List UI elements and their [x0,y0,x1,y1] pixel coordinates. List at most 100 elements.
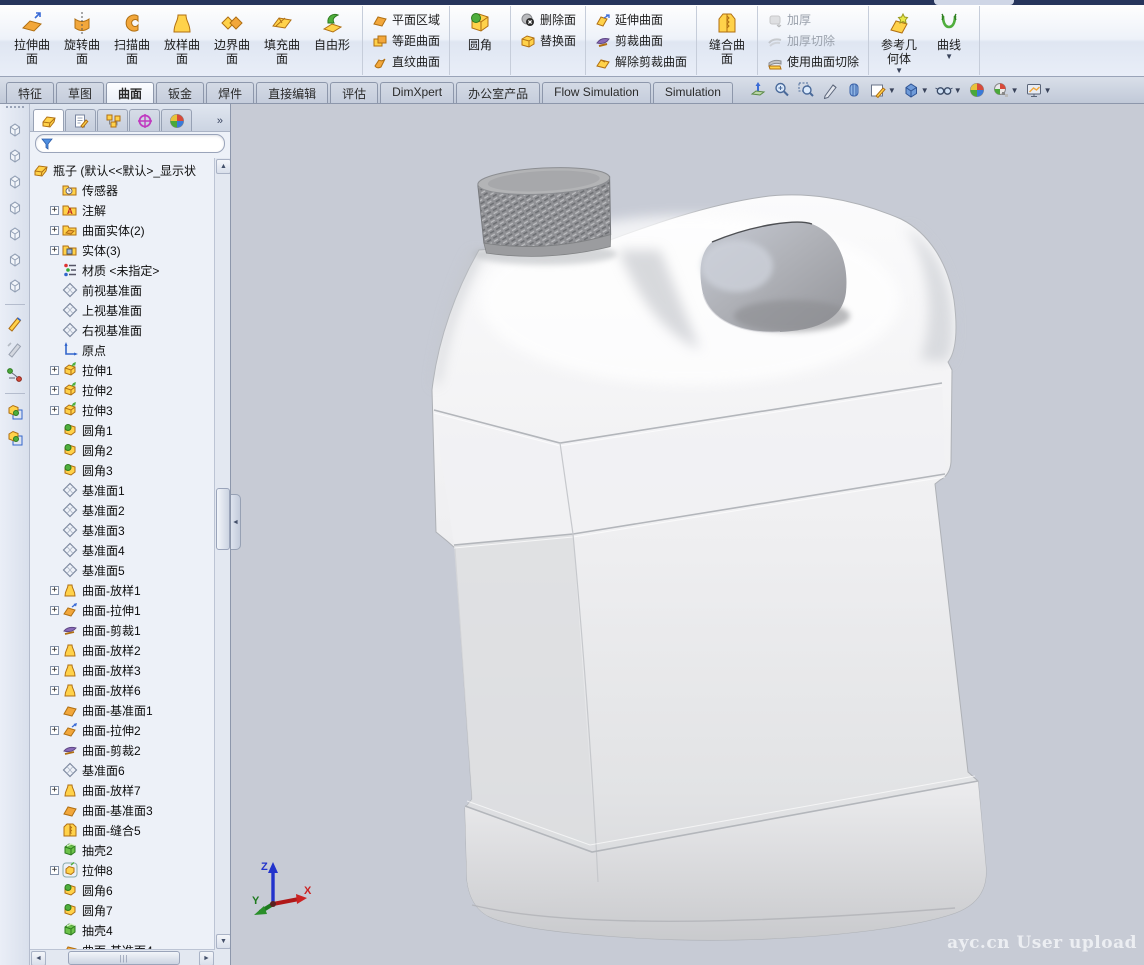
tree-item[interactable]: 圆角3 [30,460,230,480]
tree-item[interactable]: +曲面-放样6 [30,680,230,700]
tab-Simulation[interactable]: Simulation [653,82,733,103]
configurationmanager-tab[interactable] [97,109,128,131]
bottle-model[interactable] [231,104,1144,965]
dropdown-caret-icon[interactable]: ▼ [954,86,962,95]
dropdown-caret-icon[interactable]: ▼ [921,86,929,95]
thicken-button[interactable]: 加厚 [763,9,815,30]
tree-item[interactable]: +曲面-拉伸1 [30,600,230,620]
tree-expand-toggle[interactable]: + [50,226,59,235]
tree-item[interactable]: 圆角6 [30,880,230,900]
route-points-button[interactable] [3,364,27,386]
tree-expand-toggle[interactable]: + [50,726,59,735]
section-view-button[interactable] [843,80,865,100]
tree-item[interactable]: 基准面3 [30,520,230,540]
tree-item[interactable]: 曲面-缝合5 [30,820,230,840]
tree-item[interactable]: +A注解 [30,200,230,220]
dimxpertmanager-tab[interactable] [129,109,160,131]
dropdown-caret-icon[interactable]: ▼ [1044,86,1052,95]
scroll-left-arrow[interactable]: ◄ [31,951,46,965]
replace-face-button[interactable]: 替换面 [516,30,580,51]
tab-直接编辑[interactable]: 直接编辑 [256,82,328,103]
tab-DimXpert[interactable]: DimXpert [380,82,454,103]
scrollbar-thumb[interactable]: ||| [68,951,180,965]
tree-expand-toggle[interactable]: + [50,866,59,875]
lofted-surface-button[interactable]: 放样曲面 [157,6,207,66]
zoom-fit-button[interactable] [771,80,793,100]
tree-item[interactable]: 圆角7 [30,900,230,920]
freeform-button[interactable]: 自由形 [307,6,357,52]
display-style-button[interactable]: ▼ [900,80,931,100]
tab-Flow Simulation[interactable]: Flow Simulation [542,82,651,103]
delete-face-button[interactable]: 删除面 [516,9,580,30]
trim-surface-button[interactable]: 剪裁曲面 [591,30,667,51]
tree-item[interactable]: 曲面-剪裁1 [30,620,230,640]
zoom-area-button[interactable] [795,80,817,100]
body-compare-2-button[interactable] [3,427,27,449]
tree-expand-toggle[interactable]: + [50,646,59,655]
tree-item[interactable]: 前视基准面 [30,280,230,300]
view-orientation-button[interactable]: ▼ [867,80,898,100]
view-top-button[interactable] [3,223,27,245]
tree-item[interactable]: 抽壳4 [30,920,230,940]
tree-expand-toggle[interactable]: + [50,366,59,375]
scroll-right-arrow[interactable]: ► [199,951,214,965]
untrim-surface-button[interactable]: 解除剪裁曲面 [591,51,691,72]
tree-item[interactable]: 基准面1 [30,480,230,500]
tree-expand-toggle[interactable]: + [50,246,59,255]
tree-item[interactable]: +曲面实体(2) [30,220,230,240]
tree-item[interactable]: 抽壳2 [30,840,230,860]
tree-vertical-scrollbar[interactable]: ▲ ▼ [214,158,230,950]
tree-item[interactable]: 基准面6 [30,760,230,780]
tree-expand-toggle[interactable]: + [50,786,59,795]
propertymanager-tab[interactable] [65,109,96,131]
tree-item[interactable]: +拉伸2 [30,380,230,400]
tree-item[interactable]: +曲面-放样2 [30,640,230,660]
view-isometric-button[interactable] [3,275,27,297]
tree-item[interactable]: +拉伸1 [30,360,230,380]
tree-item[interactable]: 材质 <未指定> [30,260,230,280]
tab-钣金[interactable]: 钣金 [156,82,204,103]
tree-item[interactable]: 曲面-剪裁2 [30,740,230,760]
tree-expand-toggle[interactable]: + [50,666,59,675]
tree-item[interactable]: 右视基准面 [30,320,230,340]
ruled-surface-button[interactable]: 直纹曲面 [368,51,444,72]
fillet-button[interactable]: 圆角 [455,6,505,52]
tree-item[interactable]: +曲面-拉伸2 [30,720,230,740]
dropdown-caret-icon[interactable]: ▼ [888,86,896,95]
tree-item[interactable]: 传感器 [30,180,230,200]
planar-surface-button[interactable]: 平面区域 [368,9,444,30]
extruded-surface-button[interactable]: 拉伸曲面 [7,6,57,66]
displaymanager-tab[interactable] [161,109,192,131]
view-left-button[interactable] [3,171,27,193]
dropdown-caret-icon[interactable]: ▼ [895,67,903,75]
tree-item[interactable]: 曲面-基准面1 [30,700,230,720]
tree-expand-toggle[interactable]: + [50,406,59,415]
tree-item[interactable]: 基准面2 [30,500,230,520]
tab-办公室产品[interactable]: 办公室产品 [456,82,540,103]
sketch-3d-button[interactable] [3,338,27,360]
tree-item[interactable]: 上视基准面 [30,300,230,320]
view-right-button[interactable] [3,197,27,219]
edit-appearance-button[interactable] [966,80,988,100]
extend-surface-button[interactable]: 延伸曲面 [591,9,667,30]
swept-surface-button[interactable]: 扫描曲面 [107,6,157,66]
curves-button[interactable]: 曲线▼ [924,6,974,61]
cut-with-surface-button[interactable]: 使用曲面切除 [763,51,863,72]
offset-surface-button[interactable]: 等距曲面 [368,30,444,51]
tree-item[interactable]: +曲面-放样3 [30,660,230,680]
thickened-cut-button[interactable]: 加厚切除 [763,30,839,51]
tab-焊件[interactable]: 焊件 [206,82,254,103]
featuremanager-tree-tab[interactable] [33,109,64,131]
tree-expand-toggle[interactable]: + [50,206,59,215]
toolbar-grip[interactable] [6,106,24,113]
3d-drawing-view-button[interactable] [819,80,841,100]
tree-item[interactable]: 基准面5 [30,560,230,580]
scroll-down-arrow[interactable]: ▼ [216,934,230,949]
tree-expand-toggle[interactable]: + [50,606,59,615]
revolved-surface-button[interactable]: 旋转曲面 [57,6,107,66]
tree-item[interactable]: +曲面-放样7 [30,780,230,800]
scrollbar-thumb[interactable] [216,488,230,550]
tree-filter-input[interactable] [35,134,225,153]
tree-item[interactable]: 基准面4 [30,540,230,560]
tree-item[interactable]: 曲面-基准面3 [30,800,230,820]
